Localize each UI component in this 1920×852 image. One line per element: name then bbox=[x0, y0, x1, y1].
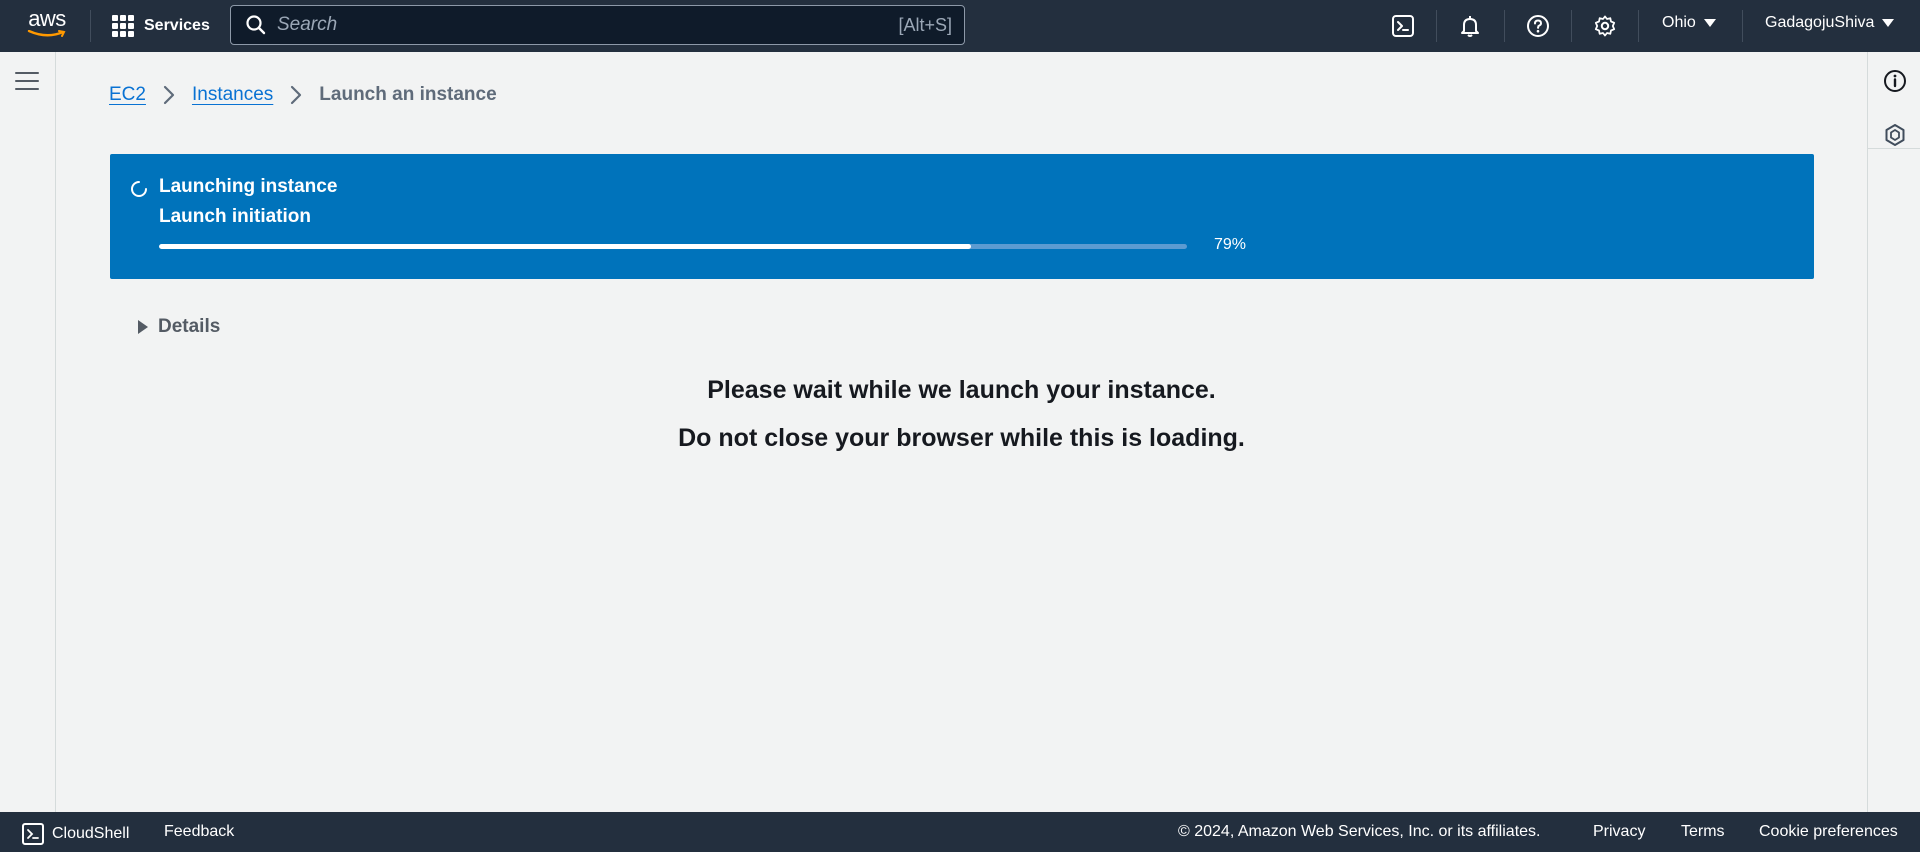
progress-bar-fill bbox=[159, 244, 972, 249]
progress-bar bbox=[159, 244, 1187, 249]
services-grid-icon bbox=[112, 15, 134, 37]
side-navigation-rail bbox=[0, 52, 56, 812]
settings-icon[interactable] bbox=[1590, 11, 1620, 41]
privacy-label: Privacy bbox=[1593, 823, 1646, 840]
caret-down-icon bbox=[1882, 19, 1895, 27]
username-label: GadagojuShiva bbox=[1765, 14, 1875, 31]
privacy-link[interactable]: Privacy bbox=[1593, 823, 1645, 841]
terms-label: Terms bbox=[1681, 823, 1725, 840]
nav-divider bbox=[90, 10, 91, 42]
loading-spinner-icon bbox=[131, 181, 147, 197]
copyright-text: © 2024, Amazon Web Services, Inc. or its… bbox=[1178, 823, 1541, 840]
breadcrumb-instances-link[interactable]: Instances bbox=[192, 84, 273, 106]
tools-rail bbox=[1867, 52, 1920, 812]
help-icon[interactable] bbox=[1523, 11, 1553, 41]
details-expander[interactable]: Details bbox=[138, 316, 220, 338]
account-menu[interactable]: GadagojuShiva bbox=[1765, 14, 1895, 32]
region-selector[interactable]: Ohio bbox=[1662, 14, 1716, 32]
top-navigation: aws Services [Alt+S] bbox=[0, 0, 1920, 52]
search-icon bbox=[246, 15, 266, 35]
cloudshell-label: CloudShell bbox=[52, 825, 130, 842]
aws-logo[interactable]: aws bbox=[24, 8, 70, 42]
feedback-label: Feedback bbox=[164, 823, 235, 840]
breadcrumb-ec2-link[interactable]: EC2 bbox=[109, 84, 146, 106]
launch-progress-flash: Launching instance Launch initiation 79% bbox=[110, 154, 1814, 279]
chevron-right-icon bbox=[163, 85, 175, 105]
flash-title: Launching instance bbox=[159, 176, 338, 197]
aws-logo-text: aws bbox=[28, 6, 66, 31]
nav-divider bbox=[1504, 10, 1505, 42]
cloudshell-button[interactable]: CloudShell bbox=[22, 823, 129, 845]
bell-icon[interactable] bbox=[1455, 11, 1485, 41]
search-bar[interactable]: [Alt+S] bbox=[230, 5, 965, 45]
nav-divider bbox=[1571, 10, 1572, 42]
nav-divider bbox=[1436, 10, 1437, 42]
caret-right-icon bbox=[138, 320, 148, 334]
breadcrumb: EC2 Instances Launch an instance bbox=[109, 83, 497, 107]
chevron-right-icon bbox=[291, 85, 302, 105]
caret-down-icon bbox=[1703, 19, 1716, 27]
wait-message: Please wait while we launch your instanc… bbox=[707, 376, 1216, 404]
cookie-preferences-label: Cookie preferences bbox=[1759, 823, 1898, 840]
region-label: Ohio bbox=[1662, 14, 1696, 31]
menu-icon[interactable] bbox=[15, 72, 39, 92]
aws-smile-icon bbox=[27, 30, 66, 37]
search-shortcut: [Alt+S] bbox=[898, 14, 952, 35]
cookie-preferences-link[interactable]: Cookie preferences bbox=[1759, 823, 1898, 841]
progress-percentage: 79% bbox=[1214, 236, 1247, 253]
services-label: Services bbox=[144, 17, 210, 34]
feedback-link[interactable]: Feedback bbox=[164, 823, 234, 841]
services-menu-button[interactable]: Services bbox=[112, 12, 210, 40]
details-label: Details bbox=[158, 316, 221, 337]
cloudshell-icon bbox=[22, 823, 44, 845]
footer: CloudShell Feedback © 2024, Amazon Web S… bbox=[0, 812, 1920, 852]
search-input[interactable] bbox=[277, 14, 899, 36]
info-icon[interactable] bbox=[1882, 68, 1908, 94]
terms-link[interactable]: Terms bbox=[1681, 823, 1725, 841]
browser-warning-message: Do not close your browser while this is … bbox=[678, 424, 1245, 452]
nav-divider bbox=[1638, 10, 1639, 42]
nav-divider bbox=[1742, 10, 1743, 42]
rail-divider bbox=[1868, 148, 1920, 149]
hexagon-icon[interactable] bbox=[1882, 122, 1908, 148]
flash-subtitle: Launch initiation bbox=[159, 206, 311, 227]
cloudshell-icon[interactable] bbox=[1388, 11, 1418, 41]
breadcrumb-current: Launch an instance bbox=[319, 84, 497, 105]
